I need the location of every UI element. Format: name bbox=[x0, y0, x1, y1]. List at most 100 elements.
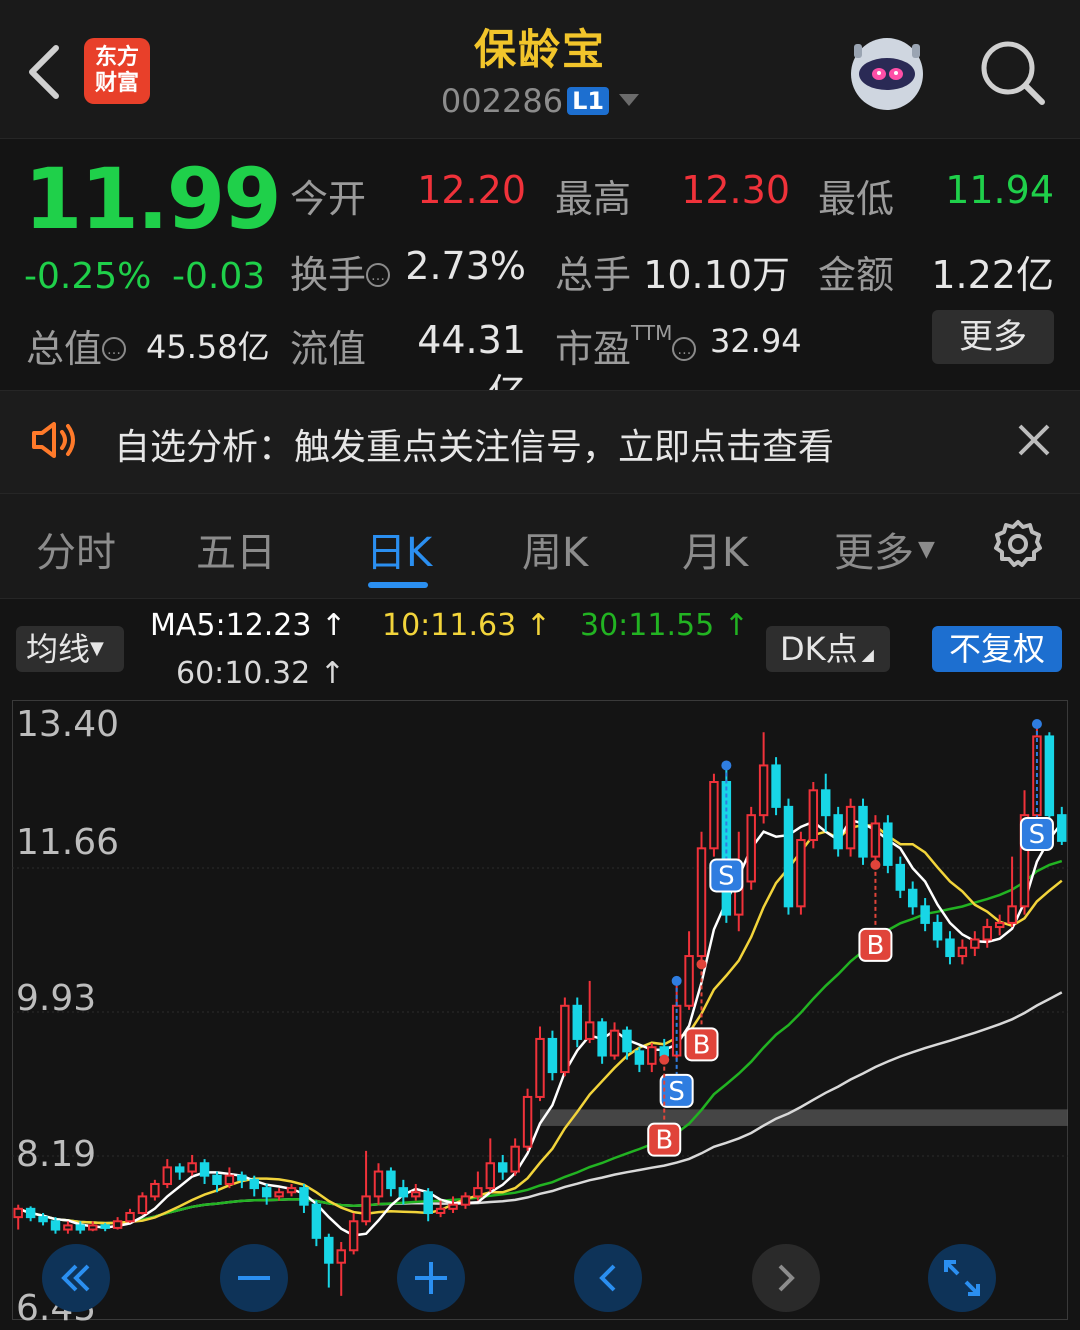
robot-avatar-icon[interactable] bbox=[844, 34, 930, 114]
candle-body bbox=[1044, 735, 1055, 817]
candle-body bbox=[386, 1170, 396, 1190]
candle-body bbox=[150, 1182, 160, 1198]
mktcap-value: 45.58亿 bbox=[146, 328, 270, 366]
candle-body bbox=[957, 946, 968, 958]
candle-body bbox=[932, 921, 943, 941]
tab-five-day[interactable]: 五日 bbox=[196, 520, 276, 578]
alert-text[interactable]: 自选分析：触发重点关注信号，立即点击查看 bbox=[114, 418, 834, 470]
y-tick-label: 9.93 bbox=[16, 978, 97, 1019]
search-icon[interactable] bbox=[978, 38, 1048, 108]
candle-body bbox=[199, 1162, 210, 1177]
candle-body bbox=[162, 1166, 173, 1185]
pe-value: 32.94 bbox=[710, 322, 802, 360]
candle-body bbox=[212, 1174, 222, 1185]
more-quote-button[interactable]: 更多 bbox=[932, 310, 1054, 364]
candle-body bbox=[112, 1220, 123, 1229]
candle-body bbox=[659, 1046, 669, 1057]
candle-body bbox=[982, 926, 992, 941]
dropdown-triangle-icon: ▼ bbox=[918, 537, 935, 562]
zoom-in-button[interactable] bbox=[397, 1244, 465, 1312]
candle-body bbox=[373, 1170, 384, 1198]
active-tab-indicator bbox=[368, 582, 428, 588]
candle-body bbox=[746, 814, 756, 883]
candle-body bbox=[137, 1195, 148, 1214]
back-arrow-icon[interactable] bbox=[22, 40, 66, 104]
fullscreen-icon bbox=[944, 1260, 980, 1296]
tab-daily-k[interactable]: 日K bbox=[366, 520, 432, 578]
high-label: 最高 bbox=[555, 177, 632, 221]
pe-label[interactable]: 市盈TTM… bbox=[555, 318, 697, 373]
candle-body bbox=[100, 1224, 110, 1229]
candle-body bbox=[485, 1162, 496, 1190]
candle-body bbox=[535, 1037, 545, 1098]
candle-body bbox=[25, 1207, 36, 1219]
candle-body bbox=[584, 1021, 595, 1040]
candle-body bbox=[821, 789, 831, 817]
tab-more[interactable]: 更多 ▼ bbox=[834, 520, 935, 578]
mktcap-label[interactable]: 总值… bbox=[26, 318, 127, 373]
settings-gear-icon[interactable] bbox=[992, 518, 1044, 570]
fullscreen-button[interactable] bbox=[928, 1244, 996, 1312]
low-value: 11.94 bbox=[945, 168, 1054, 212]
adjust-button[interactable]: 不复权 bbox=[932, 626, 1062, 672]
high-value: 12.30 bbox=[681, 168, 790, 212]
eastmoney-logo[interactable]: 东方 财富 bbox=[84, 38, 150, 104]
candle-body bbox=[808, 789, 819, 842]
next-icon bbox=[778, 1264, 795, 1292]
candle-body bbox=[994, 921, 1005, 929]
candle-body bbox=[498, 1162, 508, 1173]
signal-dot bbox=[671, 975, 682, 986]
zoom-in-icon bbox=[415, 1262, 447, 1294]
candle-body bbox=[920, 905, 930, 924]
last-price: 11.99 bbox=[24, 150, 282, 248]
candle-body bbox=[547, 1037, 558, 1074]
kline-chart[interactable]: SBBSBS bbox=[12, 700, 1068, 1320]
candle-body bbox=[858, 805, 868, 858]
sell-signal-label: S bbox=[1029, 820, 1046, 850]
candle-body bbox=[572, 1004, 582, 1040]
turnover-label[interactable]: 换手… bbox=[290, 244, 391, 299]
logo-line1: 东方 bbox=[94, 45, 139, 70]
stock-code-row[interactable]: 002286 L1 bbox=[340, 82, 740, 120]
candle-body bbox=[336, 1249, 346, 1264]
support-band bbox=[540, 1109, 1068, 1126]
candle-body bbox=[286, 1187, 297, 1194]
info-icon: … bbox=[672, 337, 697, 361]
candle-body bbox=[833, 814, 843, 850]
close-icon[interactable] bbox=[1016, 422, 1052, 458]
candle-body bbox=[1057, 814, 1067, 842]
candle-body bbox=[324, 1236, 334, 1264]
volume-value: 10.10万 bbox=[643, 253, 790, 297]
open-value: 12.20 bbox=[417, 168, 526, 212]
candle-body bbox=[460, 1195, 471, 1206]
candle-body bbox=[696, 847, 707, 958]
logo-line2: 财富 bbox=[94, 71, 139, 96]
fast-backward-button[interactable] bbox=[42, 1244, 110, 1312]
candle-body bbox=[75, 1224, 86, 1231]
candle-body bbox=[783, 805, 794, 908]
float-label: 流值 bbox=[290, 327, 367, 371]
buy-signal-label: B bbox=[693, 1030, 711, 1060]
candle-body bbox=[684, 955, 694, 1007]
tab-minute[interactable]: 分时 bbox=[36, 520, 116, 578]
candle-body bbox=[88, 1224, 98, 1231]
candle-body bbox=[311, 1203, 322, 1239]
candle-body bbox=[411, 1191, 421, 1198]
dk-point-button[interactable]: DK点 ◢ bbox=[766, 626, 890, 672]
stock-code: 002286 bbox=[440, 82, 564, 120]
ma-selector[interactable]: 均线▼ bbox=[16, 626, 124, 672]
signal-dot bbox=[721, 760, 732, 771]
zoom-out-button[interactable] bbox=[220, 1244, 288, 1312]
change-amount: -0.03 bbox=[172, 256, 266, 297]
prev-button[interactable] bbox=[574, 1244, 642, 1312]
amount-label: 金额 bbox=[818, 253, 895, 297]
stock-name[interactable]: 保龄宝 bbox=[340, 16, 740, 77]
candle-body bbox=[473, 1187, 483, 1198]
next-button[interactable] bbox=[752, 1244, 820, 1312]
candle-body bbox=[38, 1216, 48, 1223]
candle-body bbox=[771, 764, 781, 808]
signal-dot bbox=[659, 1054, 670, 1065]
tab-weekly-k[interactable]: 周K bbox=[522, 520, 588, 578]
low-label: 最低 bbox=[818, 177, 895, 221]
tab-monthly-k[interactable]: 月K bbox=[682, 520, 748, 578]
